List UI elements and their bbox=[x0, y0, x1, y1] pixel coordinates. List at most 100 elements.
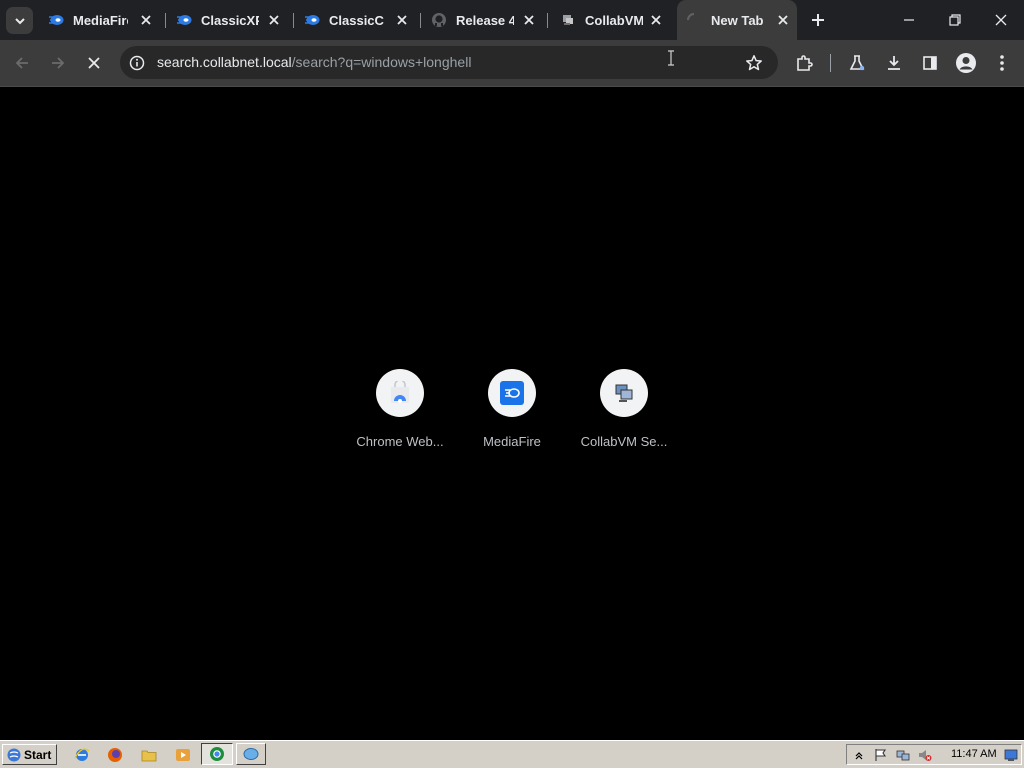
avatar-icon bbox=[956, 53, 976, 73]
side-panel-icon bbox=[923, 56, 937, 70]
download-icon bbox=[888, 56, 900, 70]
forward-button[interactable] bbox=[46, 51, 70, 75]
url-path: /search?q=windows+longhell bbox=[291, 54, 472, 70]
close-icon[interactable] bbox=[138, 12, 154, 28]
tab-title: ClassicC bbox=[329, 12, 384, 28]
network-icon bbox=[896, 750, 910, 761]
minimize-button[interactable] bbox=[886, 0, 932, 40]
flag-icon bbox=[875, 749, 887, 761]
shortcut-mediafire[interactable]: MediaFire bbox=[456, 369, 568, 453]
tab-divider bbox=[165, 13, 166, 28]
tab-classicxp[interactable]: ClassicXP bbox=[176, 0, 282, 40]
network-tray[interactable] bbox=[895, 747, 911, 763]
shortcut-chrome-web-store[interactable]: Chrome Web... bbox=[344, 369, 456, 453]
tab-title: MediaFire bbox=[73, 12, 128, 28]
close-icon[interactable] bbox=[521, 12, 537, 28]
downloads-button[interactable] bbox=[882, 51, 906, 75]
tab-collabvm[interactable]: CollabVM bbox=[560, 0, 664, 40]
taskbar-app-window[interactable] bbox=[236, 743, 266, 765]
mediafire-icon bbox=[48, 12, 64, 28]
system-tray: 11:47 AM bbox=[846, 744, 1022, 765]
close-icon[interactable] bbox=[775, 12, 791, 28]
stop-loading-button[interactable] bbox=[82, 51, 106, 75]
minimize-icon bbox=[904, 19, 914, 21]
restore-icon bbox=[949, 14, 961, 26]
mediafire-icon bbox=[488, 369, 536, 417]
tab-release[interactable]: Release 4. bbox=[431, 0, 537, 40]
collabvm-icon bbox=[600, 369, 648, 417]
loading-spinner-icon bbox=[686, 12, 702, 28]
show-hidden-icons-button[interactable] bbox=[851, 747, 867, 763]
more-vert-icon bbox=[1000, 55, 1004, 71]
tab-divider bbox=[420, 13, 421, 28]
close-window-button[interactable] bbox=[978, 0, 1024, 40]
flask-icon bbox=[849, 55, 865, 71]
labs-button[interactable] bbox=[845, 51, 869, 75]
menu-button[interactable] bbox=[990, 51, 1014, 75]
star-icon[interactable] bbox=[745, 54, 763, 72]
toolbar: search.collabnet.local/search?q=windows+… bbox=[0, 40, 1024, 87]
close-icon[interactable] bbox=[394, 12, 410, 28]
desktop-icon bbox=[1004, 749, 1018, 761]
collabvm-icon bbox=[560, 12, 576, 28]
close-icon bbox=[995, 14, 1007, 26]
taskbar-app-chrome[interactable] bbox=[201, 743, 233, 765]
address-bar[interactable]: search.collabnet.local/search?q=windows+… bbox=[120, 46, 778, 79]
taskbar: Start 11:47 AM bbox=[0, 740, 1024, 768]
chevron-down-icon bbox=[14, 17, 25, 24]
internet-explorer-icon bbox=[74, 748, 90, 761]
url-text[interactable]: search.collabnet.local/search?q=windows+… bbox=[157, 54, 471, 70]
chrome-icon bbox=[210, 747, 224, 761]
volume-tray[interactable] bbox=[917, 747, 933, 763]
shortcut-label: MediaFire bbox=[483, 434, 541, 449]
close-icon bbox=[88, 57, 100, 69]
back-button[interactable] bbox=[10, 51, 34, 75]
profile-button[interactable] bbox=[954, 51, 978, 75]
tab-title: New Tab bbox=[711, 12, 764, 28]
tab-strip: MediaFire ClassicXP ClassicC Release 4. … bbox=[0, 0, 1024, 40]
tab-divider bbox=[547, 13, 548, 28]
action-center-tray[interactable] bbox=[873, 747, 889, 763]
tab-title: ClassicXP bbox=[201, 12, 259, 28]
shortcut-label: CollabVM Se... bbox=[580, 434, 668, 449]
quick-launch-firefox[interactable] bbox=[106, 746, 124, 764]
new-tab-page: Chrome Web... MediaFire CollabVM Se... bbox=[0, 87, 1024, 740]
tab-title: CollabVM bbox=[585, 12, 643, 28]
new-tab-button[interactable] bbox=[808, 10, 828, 30]
shortcut-label: Chrome Web... bbox=[356, 434, 444, 449]
tab-classicc[interactable]: ClassicC bbox=[304, 0, 410, 40]
github-icon bbox=[431, 12, 447, 28]
quick-launch-explorer[interactable] bbox=[140, 746, 158, 764]
start-label: Start bbox=[24, 747, 52, 762]
windows-logo-icon bbox=[7, 748, 21, 761]
app-window-icon bbox=[243, 748, 259, 760]
tab-mediafire[interactable]: MediaFire bbox=[48, 0, 154, 40]
text-cursor-icon bbox=[668, 50, 674, 66]
volume-muted-icon bbox=[919, 750, 932, 761]
quick-launch-ie[interactable] bbox=[73, 746, 91, 764]
extensions-button[interactable] bbox=[792, 51, 816, 75]
close-icon[interactable] bbox=[648, 12, 664, 28]
plus-icon bbox=[812, 14, 824, 26]
shortcut-collabvm[interactable]: CollabVM Se... bbox=[568, 369, 680, 453]
tab-title: Release 4. bbox=[456, 12, 514, 28]
show-desktop-button[interactable] bbox=[1003, 747, 1019, 763]
close-icon[interactable] bbox=[266, 12, 282, 28]
quick-launch-media-player[interactable] bbox=[174, 746, 192, 764]
url-host: search.collabnet.local bbox=[157, 54, 292, 70]
tab-new-tab[interactable]: New Tab bbox=[677, 0, 797, 40]
tab-divider bbox=[293, 13, 294, 28]
side-panel-button[interactable] bbox=[918, 51, 942, 75]
firefox-icon bbox=[108, 748, 122, 762]
restore-button[interactable] bbox=[932, 0, 978, 40]
tab-search-button[interactable] bbox=[6, 7, 33, 34]
mediafire-icon bbox=[176, 12, 192, 28]
mediafire-icon bbox=[304, 12, 320, 28]
arrow-right-icon bbox=[52, 57, 65, 69]
clock[interactable]: 11:47 AM bbox=[951, 748, 997, 760]
puzzle-icon bbox=[797, 55, 813, 71]
site-info-icon[interactable] bbox=[129, 55, 145, 71]
start-button[interactable]: Start bbox=[2, 744, 57, 765]
media-player-icon bbox=[176, 749, 190, 761]
toolbar-divider bbox=[830, 54, 831, 72]
